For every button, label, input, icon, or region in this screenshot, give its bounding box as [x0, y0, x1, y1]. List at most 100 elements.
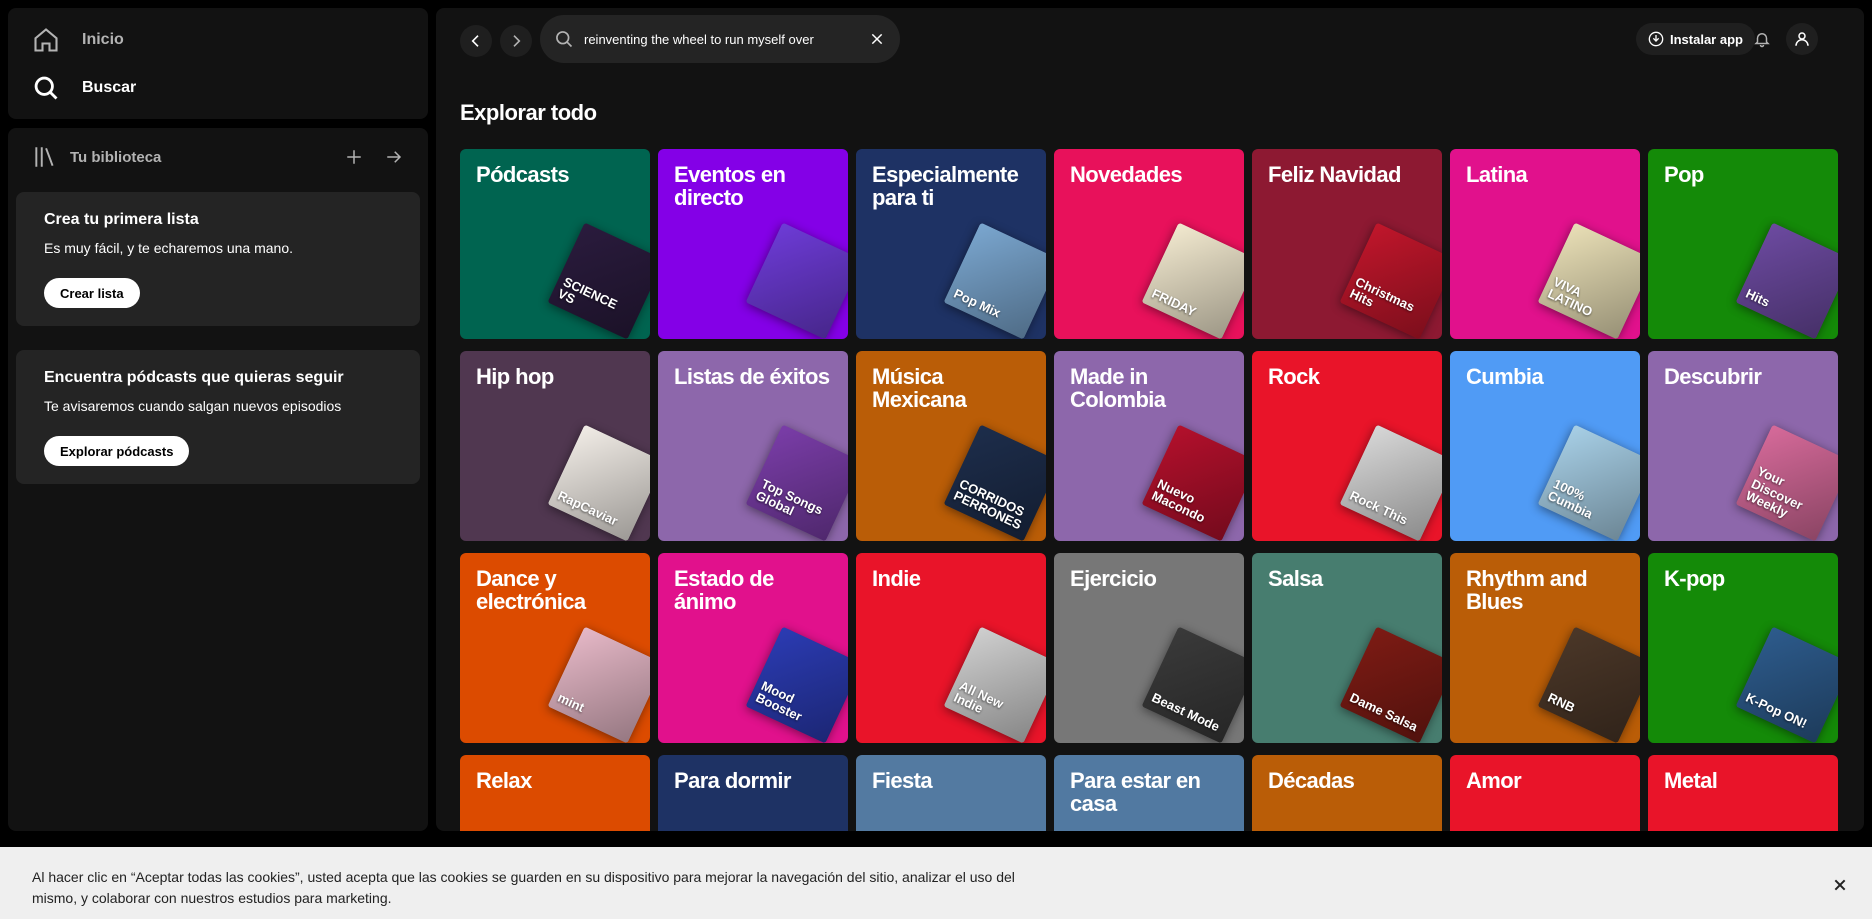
category-cover-art: Pop Mix — [943, 222, 1046, 339]
category-tile[interactable]: Pódcasts SCIENCE VS — [460, 149, 650, 339]
bell-icon — [1754, 33, 1770, 48]
category-label: Música Mexicana — [872, 364, 967, 413]
category-tile[interactable]: Novedades FRIDAY — [1054, 149, 1244, 339]
nav-home[interactable]: Inicio — [32, 26, 124, 54]
cover-art-text: Beast Mode — [1149, 690, 1222, 735]
category-tile[interactable]: Indie All New Indie — [856, 553, 1046, 743]
browse-podcasts-card: Encuentra pódcasts que quieras seguir Te… — [16, 350, 420, 484]
category-tile[interactable]: Relax — [460, 755, 650, 831]
card-title: Encuentra pódcasts que quieras seguir — [44, 369, 344, 386]
category-cover-art: Rock This — [1339, 424, 1442, 541]
category-cover-art — [745, 222, 848, 339]
user-menu-button[interactable] — [1786, 23, 1818, 55]
create-playlist-button[interactable] — [338, 142, 370, 172]
cover-art-text: Pop Mix — [951, 286, 1003, 321]
category-tile[interactable]: Estado de ánimo Mood Booster — [658, 553, 848, 743]
category-label: Metal — [1664, 768, 1718, 793]
category-tile[interactable]: K-pop K-Pop ON! — [1648, 553, 1838, 743]
category-cover-art: Your Discover Weekly — [1735, 424, 1838, 541]
expand-library-button[interactable] — [378, 142, 410, 172]
cover-art-text: mint — [555, 690, 587, 716]
back-button[interactable] — [460, 25, 492, 57]
cover-art-text: 100% Cumbia — [1545, 475, 1595, 522]
category-tile[interactable]: Salsa Dame Salsa — [1252, 553, 1442, 743]
main-panel: Instalar app Explorar todo Pódcasts SCIEN… — [436, 8, 1864, 831]
category-tile[interactable]: Cumbia 100% Cumbia — [1450, 351, 1640, 541]
search-icon — [556, 31, 573, 48]
category-cover-art: K-Pop ON! — [1735, 626, 1838, 743]
plus-icon — [347, 150, 361, 164]
cover-art-text: SCIENCE VS — [555, 273, 620, 312]
search-bar — [540, 15, 900, 63]
category-label: Salsa — [1268, 566, 1323, 591]
category-tile[interactable]: Para estar en casa — [1054, 755, 1244, 831]
close-icon — [871, 33, 883, 45]
category-label: K-pop — [1664, 566, 1725, 591]
clear-search-button[interactable] — [860, 22, 894, 56]
library-icon[interactable] — [32, 144, 58, 170]
library-header: Tu biblioteca — [32, 142, 410, 172]
category-label: Latina — [1466, 162, 1528, 187]
category-label: Cumbia — [1466, 364, 1544, 389]
category-cover-art: All New Indie — [943, 626, 1046, 743]
category-label: Pódcasts — [476, 162, 570, 187]
cover-art-text: Nuevo Macondo — [1149, 475, 1208, 526]
category-tile[interactable]: Feliz Navidad Christmas Hits — [1252, 149, 1442, 339]
category-cover-art: VIVA LATINO — [1537, 222, 1640, 339]
create-playlist-button-cta[interactable]: Crear lista — [44, 278, 140, 308]
category-tile[interactable]: Fiesta — [856, 755, 1046, 831]
category-cover-art: Dame Salsa — [1339, 626, 1442, 743]
category-tile[interactable]: Latina VIVA LATINO — [1450, 149, 1640, 339]
nav-search-label: Buscar — [82, 79, 137, 96]
category-tile[interactable]: Listas de éxitos Top Songs Global — [658, 351, 848, 541]
category-label: Décadas — [1268, 768, 1355, 793]
category-tile[interactable]: Para dormir — [658, 755, 848, 831]
category-cover-art: RapCaviar — [547, 424, 650, 541]
search-input[interactable] — [582, 30, 860, 48]
category-label: Rock — [1268, 364, 1320, 389]
category-tile[interactable]: Ejercicio Beast Mode — [1054, 553, 1244, 743]
install-app-button[interactable]: Instalar app — [1636, 23, 1755, 55]
category-tile[interactable]: Hip hop RapCaviar — [460, 351, 650, 541]
card-text: Es muy fácil, y te echaremos una mano. — [44, 240, 293, 256]
category-tile[interactable]: Made in Colombia Nuevo Macondo — [1054, 351, 1244, 541]
category-tile[interactable]: Rock Rock This — [1252, 351, 1442, 541]
cover-art-text: All New Indie — [951, 677, 1007, 717]
browse-podcasts-button[interactable]: Explorar pódcasts — [44, 436, 190, 466]
category-tile[interactable]: Rhythm and Blues RNB — [1450, 553, 1640, 743]
category-tile[interactable]: Pop Hits — [1648, 149, 1838, 339]
library-title[interactable]: Tu biblioteca — [70, 149, 161, 166]
chevron-left-icon — [471, 35, 479, 47]
category-label: Amor — [1466, 768, 1522, 793]
arrow-right-icon — [387, 151, 402, 163]
category-cover-art: Mood Booster — [745, 626, 848, 743]
category-tile[interactable]: Metal — [1648, 755, 1838, 831]
close-cookie-button[interactable] — [1824, 869, 1856, 901]
category-cover-art: Top Songs Global — [745, 424, 848, 541]
category-tile[interactable]: Amor — [1450, 755, 1640, 831]
home-icon — [34, 28, 58, 52]
category-tile[interactable]: Descubrir Your Discover Weekly — [1648, 351, 1838, 541]
install-app-label: Instalar app — [1670, 31, 1743, 47]
category-tile[interactable]: Música Mexicana CORRIDOS PERRONES — [856, 351, 1046, 541]
category-tile[interactable]: Eventos en directo — [658, 149, 848, 339]
category-tile[interactable]: Dance y electrónica mint — [460, 553, 650, 743]
category-label: Pop — [1664, 162, 1704, 187]
notifications-button[interactable] — [1746, 23, 1778, 55]
category-label: Para dormir — [674, 768, 792, 793]
nav-search[interactable]: Buscar — [32, 74, 136, 102]
forward-button[interactable] — [500, 25, 532, 57]
cover-art-text: Your Discover Weekly — [1743, 463, 1806, 521]
category-label: Listas de éxitos — [674, 364, 830, 389]
category-label: Indie — [872, 566, 921, 591]
category-tile[interactable]: Especialmente para ti Pop Mix — [856, 149, 1046, 339]
category-label: Novedades — [1070, 162, 1183, 187]
category-label: Dance y electrónica — [476, 566, 586, 615]
category-grid: Pódcasts SCIENCE VS Eventos en directo Espe… — [460, 149, 1846, 831]
category-label: Rhythm and Blues — [1466, 566, 1588, 615]
cover-art-text: K-Pop ON! — [1743, 690, 1810, 732]
cover-art-text: Hits — [1743, 286, 1772, 311]
category-label: Estado de ánimo — [674, 566, 774, 615]
category-tile[interactable]: Décadas — [1252, 755, 1442, 831]
browse-all-heading: Explorar todo — [460, 100, 597, 125]
